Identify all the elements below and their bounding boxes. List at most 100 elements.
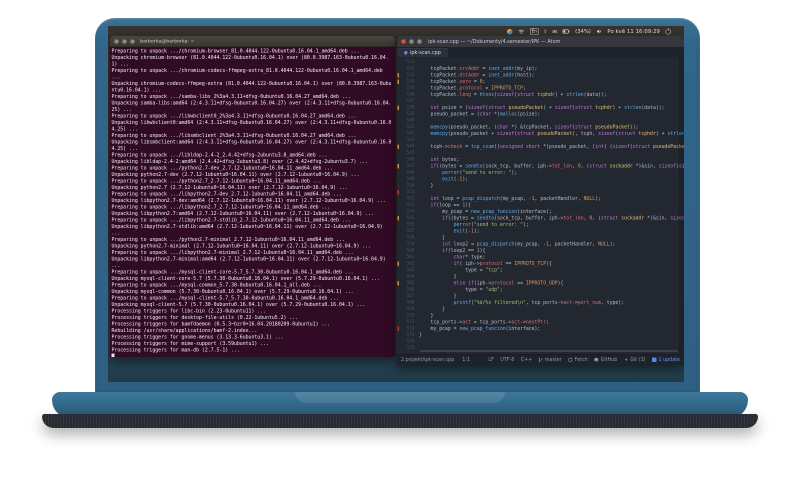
code-token: memcpy: [419, 131, 448, 137]
code-token: inet_addr: [488, 72, 515, 79]
code-token: act: [462, 319, 471, 326]
code-token: =: [479, 66, 489, 72]
atom-titlebar[interactable]: ipk-scan.cpp — ~/Dokumenty/4.semester/IP…: [397, 36, 684, 47]
terminal-title: barborka@barborka: ~: [140, 38, 195, 45]
code-token: (psize);: [517, 111, 541, 118]
code-token: }: [419, 183, 434, 189]
code-token: sizeof: [554, 105, 573, 111]
wifi-icon[interactable]: [518, 28, 525, 35]
code-token: pcap_dispatch: [476, 241, 515, 248]
laptop-front-edge: [42, 414, 758, 428]
close-button[interactable]: [114, 38, 119, 44]
code-token: (sock_tcp, buffer, iph->: [482, 163, 552, 170]
code-token: (iph->: [473, 280, 492, 287]
line-number: 575: [406, 345, 415, 351]
git-gutter-mark: [397, 261, 399, 266]
screen: En ᛒ ✉ (34%) Po kvě 11 16:09:29 barborka…: [108, 26, 684, 382]
status-grammar[interactable]: C++: [521, 357, 532, 363]
code-token: ;: [499, 267, 503, 274]
code-token: struct: [618, 131, 636, 137]
git-gutter-mark: [397, 190, 399, 195]
mail-icon[interactable]: ✉: [552, 28, 557, 35]
code-token: tcph->: [419, 144, 448, 150]
code-token: sizeof: [468, 105, 486, 111]
minimize-button[interactable]: [122, 38, 127, 44]
keyboard-layout-indicator[interactable]: En: [530, 28, 539, 35]
close-button[interactable]: [401, 39, 406, 44]
code-token: ;: [546, 319, 549, 326]
code-token: type =: [419, 287, 486, 293]
editor-lines[interactable]: tcpPacket.srcAddr = inet_addr(my_ip); tc…: [419, 57, 684, 354]
code-token: if: [419, 248, 448, 254]
code-token: ((bytes =: [436, 163, 466, 170]
code-token: ;: [499, 287, 503, 293]
scrollbar-track[interactable]: [677, 57, 684, 354]
code-token: printf: [419, 300, 471, 306]
minimize-button[interactable]: [409, 39, 414, 44]
status-git[interactable]: Git (3): [624, 357, 646, 363]
code-token: malloc: [499, 111, 518, 118]
bluetooth-icon[interactable]: ᛒ: [544, 28, 547, 35]
code-token: ){: [557, 280, 564, 287]
code-token: IPPROTO_TCP: [514, 261, 547, 267]
code-token: }: [419, 293, 457, 300]
horizontal-scrollbar[interactable]: [420, 350, 678, 352]
code-token: sizeof: [598, 131, 616, 137]
code-token: }: [419, 274, 457, 280]
terminal-titlebar[interactable]: barborka@barborka: ~: [110, 36, 395, 47]
code-token: perror: [419, 222, 471, 228]
status-file-path[interactable]: 2.projekt/ipk-scan.cpp: [401, 357, 454, 363]
maximize-button[interactable]: [130, 38, 135, 44]
code-token: type =: [419, 267, 486, 274]
terminal-line: Unpacking chromium-codecs-ffmpeg-extra (…: [111, 81, 392, 93]
status-fetch[interactable]: Fetch: [568, 357, 588, 363]
code-token: pseudoPacket: [595, 124, 630, 131]
code-token: sizeof: [658, 163, 677, 170]
code-token: );: [511, 170, 518, 176]
status-line-ending[interactable]: LF: [488, 357, 493, 363]
clock[interactable]: Po kvě 11 16:09:29: [607, 29, 660, 35]
code-token: =: [482, 85, 492, 92]
power-icon[interactable]: [665, 28, 671, 35]
code-token: tot_len: [563, 215, 584, 222]
code-token: );: [462, 176, 469, 183]
terminal-window: barborka@barborka: ~ Preparing to unpack…: [110, 36, 395, 357]
code-token: strlen: [624, 105, 642, 111]
code-token: (loop ==: [436, 202, 463, 209]
code-token: (loop2 ==: [447, 248, 477, 254]
code-line: memcpy(pseudo_packet + sizeof(struct pse…: [419, 131, 684, 138]
code-token: struct: [600, 215, 619, 222]
code-token: port_num: [577, 300, 601, 306]
terminal-output[interactable]: Preparing to unpack .../chromium-browser…: [110, 47, 395, 357]
volume-icon[interactable]: [596, 28, 602, 35]
code-token: sendto: [465, 163, 483, 170]
tab-label: ipk-scan.cpp: [410, 50, 441, 56]
tab-ipk-scan[interactable]: ipk-scan.cpp: [397, 48, 448, 57]
code-token: char: [496, 124, 509, 131]
code-token: );: [522, 222, 529, 228]
code-token: act: [511, 319, 521, 326]
updater-icon[interactable]: [507, 28, 513, 35]
status-cursor-position[interactable]: 1:1: [462, 357, 470, 363]
code-token: psize = (: [439, 105, 469, 111]
git-gutter-mark: [397, 144, 399, 149]
status-update[interactable]: 1 update: [652, 357, 680, 363]
status-github[interactable]: GitHub: [594, 357, 617, 363]
code-token: (pseudo_packet +: [447, 131, 497, 137]
code-token: IPPROTO_TCP: [491, 85, 523, 92]
status-encoding[interactable]: UTF-8: [500, 357, 514, 363]
maximize-button[interactable]: [417, 39, 422, 44]
code-token: (pseudo_packet, (: [447, 124, 497, 131]
status-branch[interactable]: master: [539, 357, 562, 363]
code-token: ) +: [655, 131, 668, 137]
editor-area[interactable]: 531 532 533 534 535 536 537 538 539 540 541 542 543 5…: [397, 57, 684, 354]
code-token: tot_len: [551, 163, 573, 170]
code-token: *)&sin,: [632, 163, 659, 170]
code-token: }: [419, 332, 422, 339]
code-token: (sock_tcp, buffer, iph->: [494, 215, 564, 222]
code-token: nextPtr: [525, 319, 547, 326]
code-token: ) +: [612, 105, 625, 111]
code-token: tcp_ports->: [419, 319, 463, 326]
code-token: *) &tcpPacket,: [508, 124, 555, 131]
battery-icon[interactable]: [562, 28, 570, 35]
